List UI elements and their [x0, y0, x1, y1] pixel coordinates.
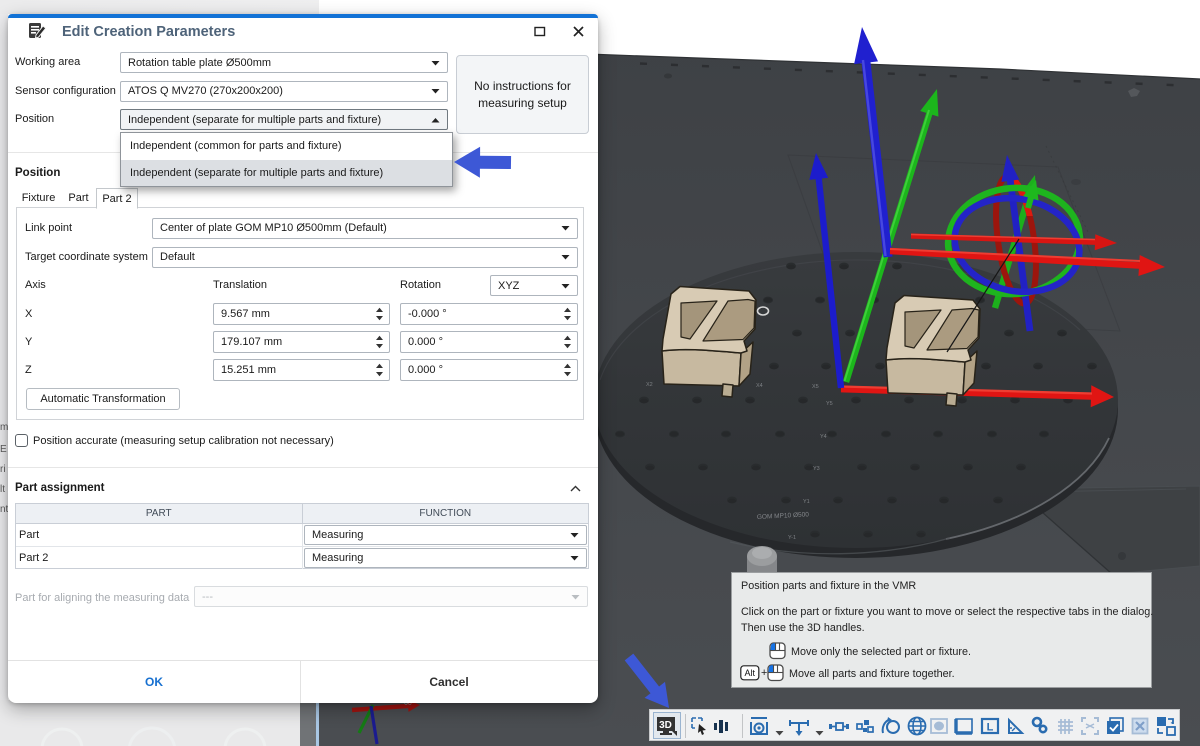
svg-text:L: L: [987, 722, 994, 734]
svg-text:Alt: Alt: [745, 668, 756, 678]
svg-text:ri: ri: [0, 464, 6, 475]
svg-text:lt: lt: [0, 484, 5, 495]
svg-text:X5: X5: [812, 384, 819, 390]
svg-text:3D: 3D: [659, 720, 672, 731]
svg-text:Y5: Y5: [826, 401, 833, 407]
svg-text:X4: X4: [756, 383, 763, 389]
svg-text:E: E: [0, 444, 7, 455]
svg-text:Y4: Y4: [820, 434, 827, 440]
svg-text:Y1: Y1: [803, 499, 810, 505]
svg-text:Y-1: Y-1: [788, 535, 796, 541]
svg-text:X2: X2: [646, 382, 653, 388]
svg-text:Y3: Y3: [813, 466, 820, 472]
